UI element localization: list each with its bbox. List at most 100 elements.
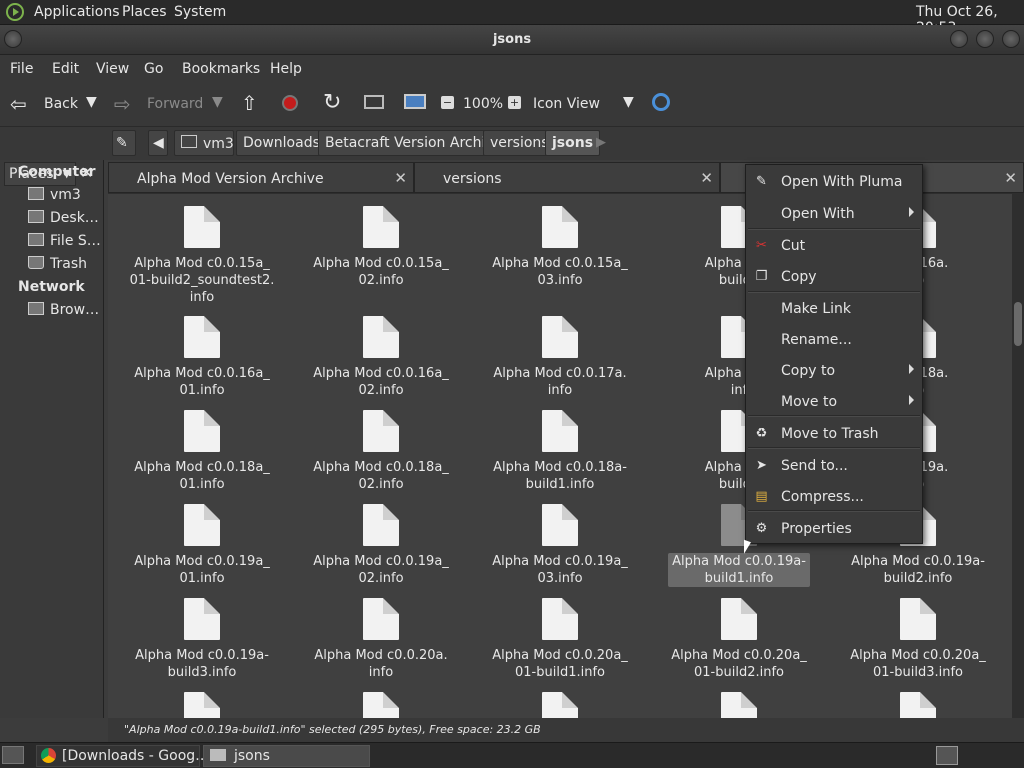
file-item[interactable]: Alpha Mod c0.0.17a. info bbox=[480, 316, 640, 399]
send-icon: ➤ bbox=[756, 458, 767, 473]
crumb-right-arrow-icon[interactable]: ▶ bbox=[596, 135, 606, 150]
file-item[interactable]: Alpha Mod c0.0.19a_ 03.info bbox=[480, 504, 640, 587]
taskbar-item-downloads[interactable]: [Downloads - Goog… bbox=[36, 745, 209, 767]
mouse-cursor bbox=[744, 539, 751, 557]
trash-icon bbox=[28, 256, 44, 269]
view-mode-dropdown-icon[interactable]: ▼ bbox=[623, 94, 634, 110]
menu-item-copy-to[interactable]: Copy to bbox=[746, 356, 922, 384]
file-item[interactable]: Alpha Mod c0.0.15a_ 02.info bbox=[301, 206, 461, 289]
mate-logo-icon[interactable] bbox=[6, 3, 24, 21]
sidebar-item-desktop[interactable]: Desk… bbox=[28, 210, 102, 226]
system-menu[interactable]: System bbox=[174, 4, 226, 20]
places-menu[interactable]: Places bbox=[122, 4, 167, 20]
network-icon bbox=[28, 302, 44, 315]
file-item[interactable]: Alpha Mod c0.0.16a_ 01.info bbox=[122, 316, 282, 399]
tab-versions[interactable]: versions ✕ bbox=[414, 162, 720, 193]
menu-item-move-to-trash[interactable]: ♻ Move to Trash bbox=[746, 419, 922, 447]
menu-item-open-with[interactable]: Open With bbox=[746, 199, 922, 227]
menu-bookmarks[interactable]: Bookmarks bbox=[182, 61, 260, 77]
scrollbar-thumb[interactable] bbox=[1014, 302, 1022, 346]
file-item[interactable] bbox=[838, 692, 998, 718]
taskbar-item-jsons[interactable]: jsons bbox=[203, 745, 370, 767]
crumb-downloads[interactable]: Downloads bbox=[236, 130, 327, 156]
back-arrow-icon[interactable]: ⇦ bbox=[10, 92, 27, 116]
close-tab-icon[interactable]: ✕ bbox=[394, 169, 407, 187]
file-item[interactable]: Alpha Mod c0.0.20a_ 01-build1.info bbox=[480, 598, 640, 681]
stop-icon[interactable] bbox=[282, 95, 298, 111]
location-bar: ✎ ◀ vm3 Downloads Betacraft Version Arch… bbox=[0, 127, 1024, 160]
menu-help[interactable]: Help bbox=[270, 61, 302, 77]
file-item[interactable]: Alpha Mod c0.0.18a_ 01.info bbox=[122, 410, 282, 493]
crumb-jsons[interactable]: jsons bbox=[545, 130, 601, 156]
file-name: Alpha Mod c0.0.20a. info bbox=[301, 647, 461, 681]
file-name: Alpha Mod c0.0.16a_ 01.info bbox=[122, 365, 282, 399]
menu-item-rename[interactable]: Rename... bbox=[746, 325, 922, 353]
menu-item-open-with-pluma[interactable]: ✎ Open With Pluma bbox=[746, 167, 922, 195]
show-desktop-icon[interactable] bbox=[2, 746, 24, 764]
menu-item-copy[interactable]: ❐ Copy bbox=[746, 262, 922, 290]
workspace-switcher[interactable] bbox=[936, 746, 958, 765]
menu-item-compress[interactable]: ▤ Compress... bbox=[746, 482, 922, 510]
file-item[interactable]: Alpha Mod c0.0.19a-build3.info bbox=[122, 598, 282, 681]
file-name: Alpha Mod c0.0.18a-build1.info bbox=[480, 459, 640, 493]
vertical-scrollbar[interactable] bbox=[1012, 194, 1024, 718]
reload-icon[interactable]: ↻ bbox=[323, 90, 341, 115]
file-name: Alpha Mod c0.0.20a_ 01-build1.info bbox=[480, 647, 640, 681]
file-item[interactable]: Alpha Mod c0.0.15a_ 01-build2_soundtest2.… bbox=[122, 206, 282, 306]
menu-item-cut[interactable]: ✂ Cut bbox=[746, 231, 922, 259]
file-item[interactable] bbox=[480, 692, 640, 718]
minimize-button[interactable] bbox=[950, 30, 968, 48]
close-tab-icon[interactable]: ✕ bbox=[1004, 169, 1017, 187]
menu-item-move-to[interactable]: Move to bbox=[746, 387, 922, 415]
file-item[interactable]: Alpha Mod c0.0.19a_ 02.info bbox=[301, 504, 461, 587]
applications-menu[interactable]: Applications bbox=[34, 4, 120, 20]
file-name-line: 03.info bbox=[537, 273, 583, 288]
zoom-in-icon[interactable]: + bbox=[508, 96, 521, 109]
menu-item-label: Open With bbox=[781, 206, 855, 222]
up-icon[interactable]: ⇧ bbox=[241, 91, 258, 115]
home-folder-icon bbox=[28, 187, 44, 200]
file-item[interactable]: Alpha Mod c0.0.20a_ 01-build2.info bbox=[659, 598, 819, 681]
crumb-vm3[interactable]: vm3 bbox=[174, 130, 234, 156]
file-item[interactable]: Alpha Mod c0.0.16a_ 02.info bbox=[301, 316, 461, 399]
zoom-level[interactable]: 100% bbox=[463, 96, 503, 112]
file-item[interactable] bbox=[659, 692, 819, 718]
crumb-left-arrow-icon[interactable]: ◀ bbox=[148, 130, 168, 156]
view-mode-select[interactable]: Icon View bbox=[533, 96, 600, 112]
menu-view[interactable]: View bbox=[96, 61, 129, 77]
sidebar-item-filesystem[interactable]: File S… bbox=[28, 233, 102, 249]
file-item[interactable]: Alpha Mod c0.0.18a-build1.info bbox=[480, 410, 640, 493]
file-item[interactable]: Alpha Mod c0.0.20a_ 01-build3.info bbox=[838, 598, 998, 681]
file-item[interactable]: Alpha Mod c0.0.19a_ 01.info bbox=[122, 504, 282, 587]
menu-item-properties[interactable]: ⚙ Properties bbox=[746, 514, 922, 542]
sidebar-item-browse-network[interactable]: Brow… bbox=[28, 302, 102, 318]
close-window-button[interactable] bbox=[1002, 30, 1020, 48]
maximize-button[interactable] bbox=[976, 30, 994, 48]
file-item[interactable]: Alpha Mod c0.0.20a. info bbox=[301, 598, 461, 681]
sidebar-item-trash[interactable]: Trash bbox=[28, 256, 102, 272]
file-name-line: Alpha Mod c0.0.17a. bbox=[493, 366, 627, 381]
text-file-icon bbox=[363, 504, 399, 546]
close-tab-icon[interactable]: ✕ bbox=[700, 169, 713, 187]
back-history-dropdown-icon[interactable]: ▼ bbox=[86, 94, 97, 110]
crumb-betacraft[interactable]: Betacraft Version Archive bbox=[318, 130, 510, 156]
file-item[interactable]: Alpha Mod c0.0.15a_ 03.info bbox=[480, 206, 640, 289]
computer-icon[interactable] bbox=[404, 94, 426, 109]
search-icon[interactable] bbox=[652, 93, 670, 111]
edit-location-icon[interactable]: ✎ bbox=[112, 130, 136, 156]
back-button[interactable]: Back bbox=[44, 96, 78, 112]
home-icon[interactable] bbox=[364, 95, 384, 109]
window-titlebar[interactable]: jsons bbox=[0, 25, 1024, 55]
menu-item-make-link[interactable]: Make Link bbox=[746, 294, 922, 322]
file-item[interactable] bbox=[301, 692, 461, 718]
tab-alpha-mod-version-archive[interactable]: Alpha Mod Version Archive ✕ bbox=[108, 162, 414, 193]
sidebar-item-vm3[interactable]: vm3 bbox=[28, 187, 102, 203]
zoom-out-icon[interactable]: − bbox=[441, 96, 454, 109]
menu-file[interactable]: File bbox=[10, 61, 33, 77]
file-name-line: Alpha Mod c0.0.20a_ bbox=[492, 648, 628, 663]
menu-go[interactable]: Go bbox=[144, 61, 163, 77]
menu-item-send-to[interactable]: ➤ Send to... bbox=[746, 451, 922, 479]
menu-edit[interactable]: Edit bbox=[52, 61, 79, 77]
file-item[interactable] bbox=[122, 692, 282, 718]
file-item[interactable]: Alpha Mod c0.0.18a_ 02.info bbox=[301, 410, 461, 493]
